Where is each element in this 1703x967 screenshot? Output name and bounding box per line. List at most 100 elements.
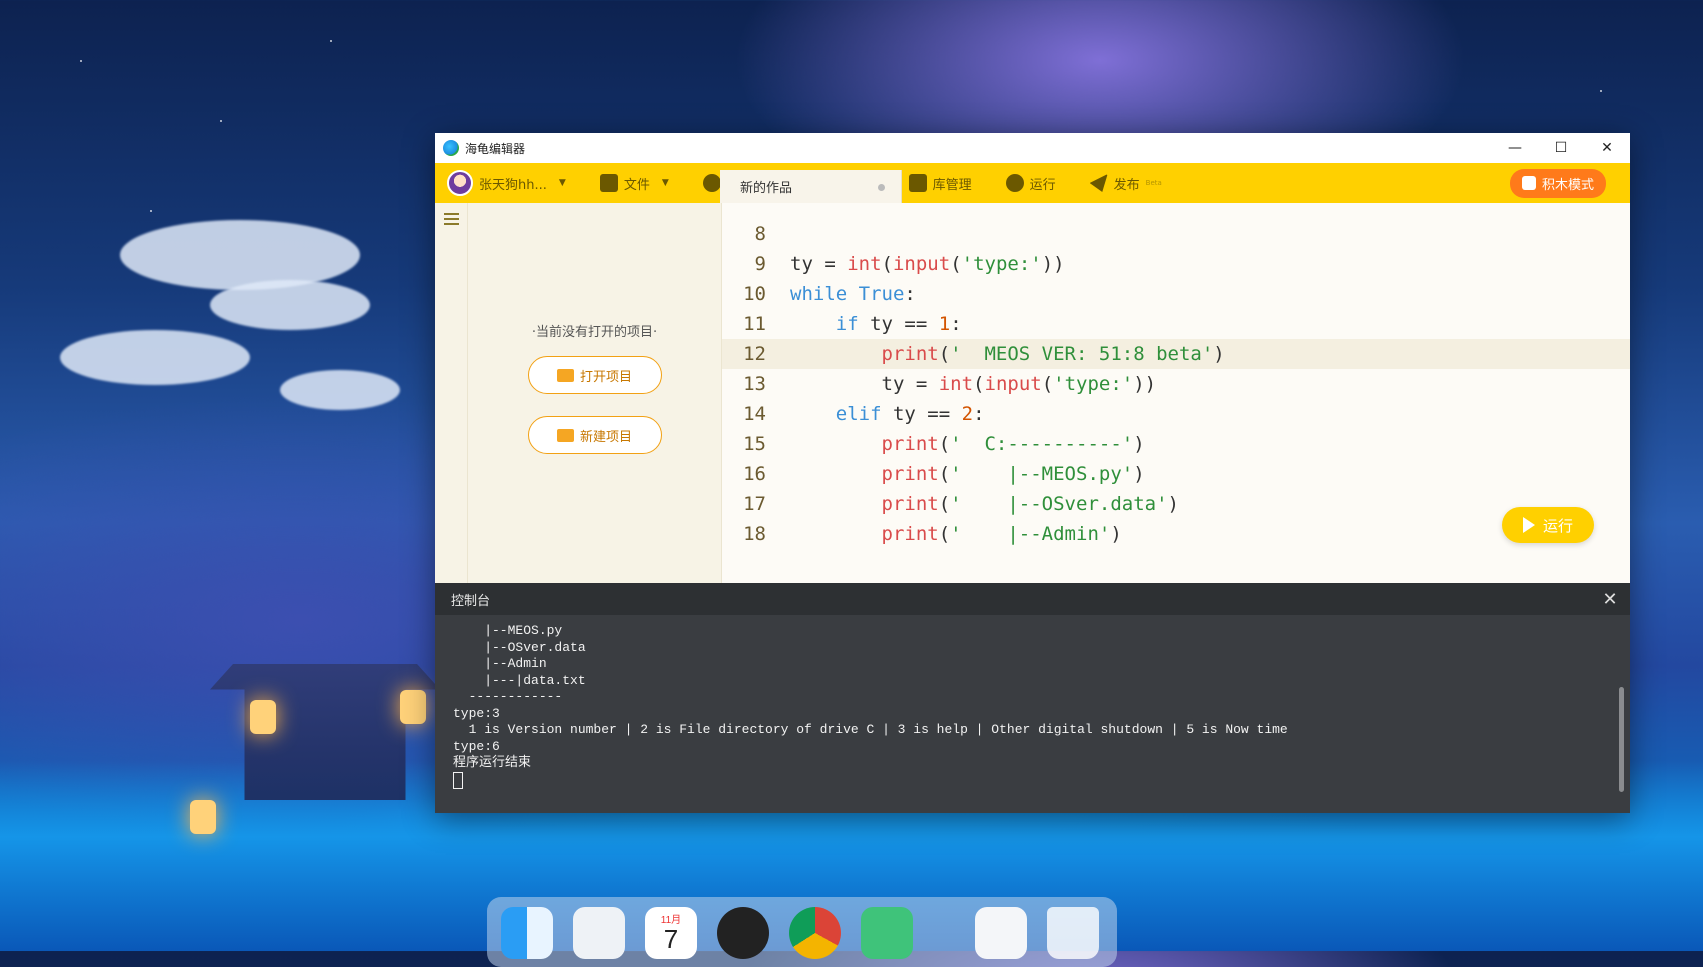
code-line[interactable]: 15 print(' C:----------'): [722, 429, 1630, 459]
play-circle-icon: [1005, 174, 1024, 192]
text-cursor: [453, 771, 463, 789]
window-title: 海龟编辑器: [465, 141, 526, 156]
console-scrollbar[interactable]: [1619, 687, 1624, 792]
cloud: [60, 330, 250, 385]
line-source: ty = int(input('type:')): [790, 253, 1065, 275]
code-line[interactable]: 10 while True:: [722, 279, 1630, 309]
chevron-down-icon: ▼: [661, 178, 669, 188]
console-title: 控制台: [451, 593, 491, 609]
document-preview-icon[interactable]: [975, 907, 1027, 959]
line-number: 15: [743, 433, 766, 455]
minimize-button[interactable]: —: [1492, 133, 1538, 163]
folder-open-icon: [556, 368, 574, 382]
run-button[interactable]: 运行: [1502, 507, 1594, 543]
run-button-label: 运行: [1542, 516, 1573, 535]
new-project-button[interactable]: 新建项目: [527, 416, 662, 454]
library-label: 库管理: [932, 177, 972, 193]
line-number: 12: [743, 343, 766, 365]
star: [330, 40, 332, 42]
publish-button[interactable]: 发布 Beta: [1089, 174, 1162, 193]
code-line[interactable]: 8: [722, 219, 1630, 249]
open-project-label: 打开项目: [579, 369, 632, 385]
block-mode-button[interactable]: 积木模式: [1509, 168, 1606, 198]
calendar-icon[interactable]: 11月 7: [645, 907, 697, 959]
code-area[interactable]: 8 9 ty = int(input('type:')) 10 while True: 1…: [722, 219, 1630, 549]
workspace: ·当前没有打开的项目· 打开项目 新建项目 8 9 ty = int(input('…: [435, 203, 1630, 583]
code-line[interactable]: 9 ty = int(input('type:')): [722, 249, 1630, 279]
publish-label: 发布: [1113, 177, 1140, 193]
turtle-editor-icon[interactable]: [861, 907, 913, 959]
code-line[interactable]: 17 print(' |--OSver.data'): [722, 489, 1630, 519]
folder-icon: [599, 174, 618, 192]
folder-plus-icon: [556, 428, 574, 442]
new-project-label: 新建项目: [579, 429, 632, 445]
code-line[interactable]: 18 print(' |--Admin'): [722, 519, 1630, 549]
run-menu-button[interactable]: 运行: [1005, 174, 1056, 193]
line-number: 14: [743, 403, 766, 425]
line-source: ty = int(input('type:')): [790, 373, 1157, 395]
console-panel: 控制台 ✕ |--MEOS.py |--OSver.data |--Admin …: [435, 583, 1630, 813]
main-toolbar: 张天狗hh... ▼ 文件 ▼ 设置 ▼ 硬件 ▼ 库管理 运行 发布: [435, 163, 1630, 203]
line-number: 13: [743, 373, 766, 395]
blocks-icon: [1521, 176, 1536, 190]
line-number: 16: [743, 463, 766, 485]
tab-new-work[interactable]: 新的作品: [720, 170, 902, 203]
chrome-icon[interactable]: [789, 907, 841, 959]
tab-title: 新的作品: [740, 181, 793, 196]
paper-plane-icon: [1089, 174, 1108, 192]
calendar-day: 7: [663, 924, 679, 954]
no-project-message: ·当前没有打开的项目·: [531, 325, 658, 340]
star: [220, 120, 222, 122]
cloud: [280, 370, 400, 410]
user-avatar[interactable]: [447, 170, 473, 196]
code-line[interactable]: 11 if ty == 1:: [722, 309, 1630, 339]
beta-badge: Beta: [1145, 179, 1162, 187]
line-number: 17: [743, 493, 766, 515]
star: [150, 210, 152, 212]
user-name: 张天狗hh...: [479, 177, 547, 193]
gear-icon: [702, 174, 721, 192]
star: [80, 60, 82, 62]
clock-icon[interactable]: [717, 907, 769, 959]
file-menu-label: 文件: [623, 177, 650, 193]
play-icon: [1522, 517, 1535, 533]
code-line[interactable]: 12 print(' MEOS VER: 51:8 beta'): [722, 339, 1630, 369]
trash-icon[interactable]: [1047, 907, 1099, 959]
open-project-button[interactable]: 打开项目: [527, 356, 662, 394]
finder-icon[interactable]: [501, 907, 553, 959]
block-mode-label: 积木模式: [1541, 177, 1594, 193]
console-output[interactable]: |--MEOS.py |--OSver.data |--Admin |---|d…: [435, 615, 1630, 789]
cloud: [210, 280, 370, 330]
line-number: 18: [743, 523, 766, 545]
file-menu[interactable]: 文件 ▼: [599, 174, 669, 193]
dock: 11月 7: [487, 897, 1117, 967]
line-number: 10: [743, 283, 766, 305]
console-close-button[interactable]: ✕: [1590, 589, 1630, 610]
close-button[interactable]: ✕: [1584, 133, 1630, 163]
code-line[interactable]: 16 print(' |--MEOS.py'): [722, 459, 1630, 489]
line-number: 11: [743, 313, 766, 335]
turtle-logo-icon: [443, 140, 459, 156]
line-source: while True:: [790, 283, 916, 305]
menu-icon[interactable]: [444, 213, 459, 225]
user-menu[interactable]: 张天狗hh... ▼: [479, 174, 566, 193]
lantern: [400, 690, 426, 724]
console-text: |--MEOS.py |--OSver.data |--Admin |---|d…: [453, 623, 1288, 770]
unsaved-dot-icon: [878, 184, 885, 191]
window-titlebar[interactable]: 海龟编辑器 — ☐ ✕: [435, 133, 1630, 163]
line-source: print(' |--OSver.data'): [881, 493, 1179, 515]
library-button[interactable]: 库管理: [908, 174, 972, 193]
editor-window: 海龟编辑器 — ☐ ✕ 张天狗hh... ▼ 文件 ▼ 设置 ▼ 硬件 ▼ 库管…: [435, 133, 1630, 813]
line-source: print(' MEOS VER: 51:8 beta'): [881, 343, 1225, 365]
code-line[interactable]: 13 ty = int(input('type:')): [722, 369, 1630, 399]
lantern: [190, 800, 216, 834]
code-editor[interactable]: 8 9 ty = int(input('type:')) 10 while True: 1…: [722, 203, 1630, 583]
line-number: 9: [754, 253, 766, 275]
line-number: 8: [754, 223, 766, 245]
cloud: [120, 220, 360, 290]
console-header: 控制台 ✕: [435, 583, 1630, 615]
run-label: 运行: [1029, 177, 1056, 193]
launchpad-icon[interactable]: [573, 907, 625, 959]
maximize-button[interactable]: ☐: [1538, 133, 1584, 163]
code-line[interactable]: 14 elif ty == 2:: [722, 399, 1630, 429]
